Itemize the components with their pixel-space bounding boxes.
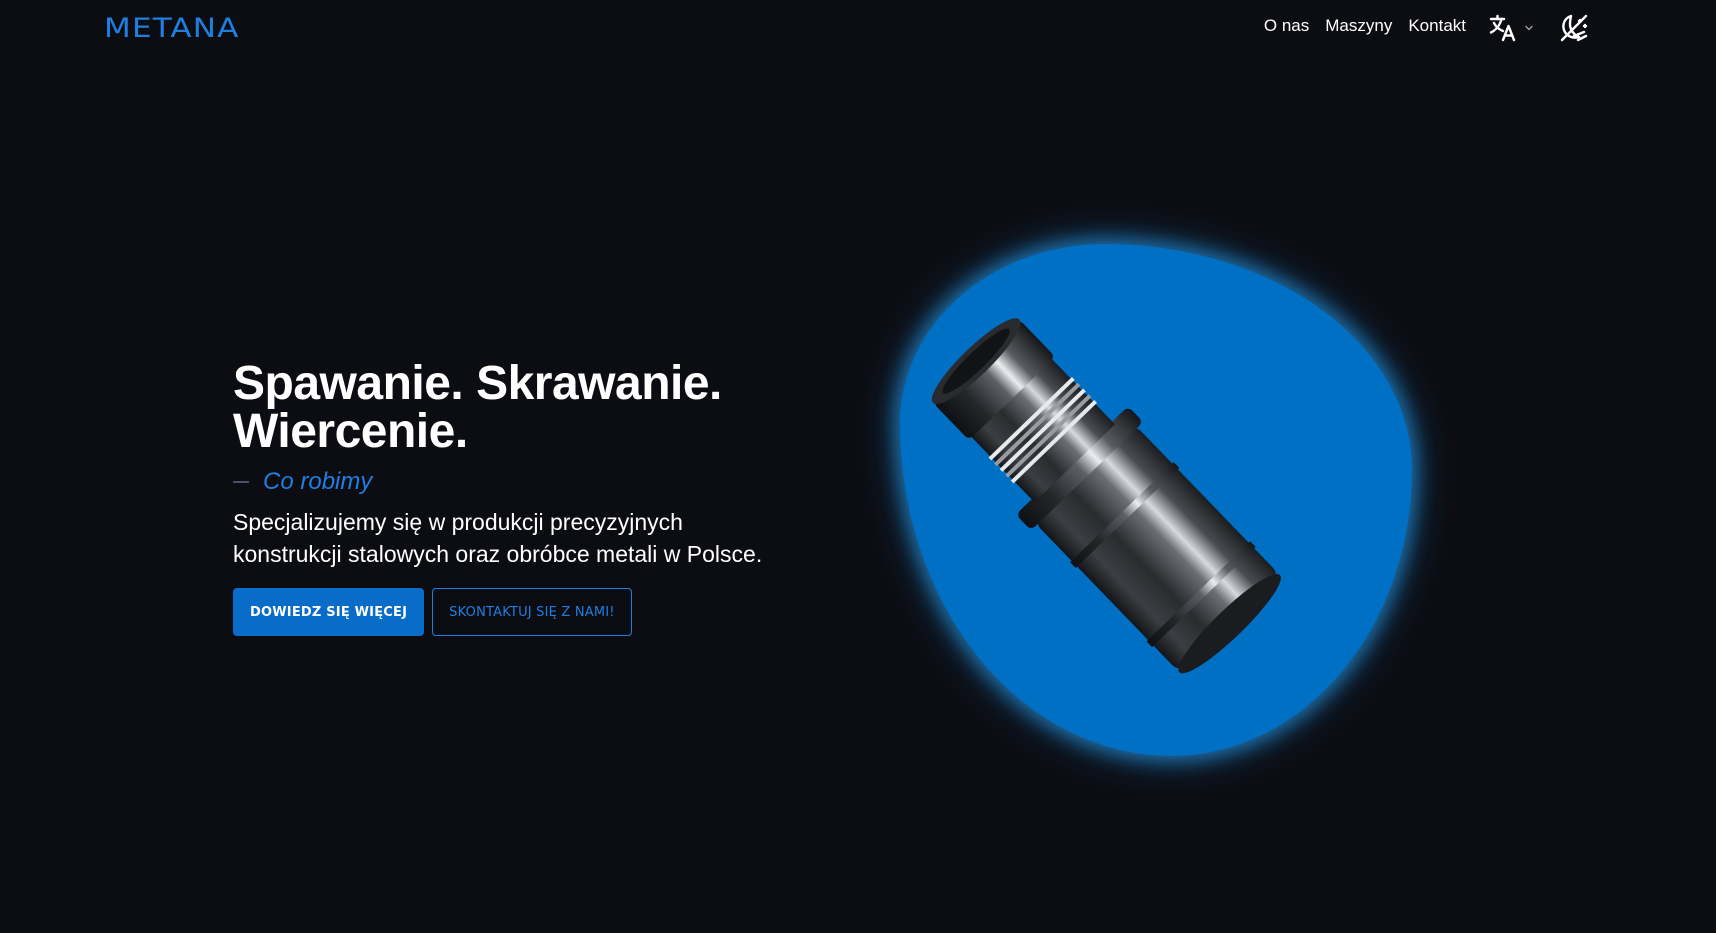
- chevron-down-icon: [1525, 25, 1533, 31]
- hero-description-line1: Specjalizujemy się w produkcji precyzyjn…: [233, 509, 683, 535]
- hero-title: Spawanie. Skrawanie. Wiercenie.: [233, 360, 873, 456]
- hero-section: Spawanie. Skrawanie. Wiercenie. Co robim…: [233, 360, 873, 636]
- main-nav: O nas Maszyny Kontakt: [1264, 16, 1466, 36]
- learn-more-button[interactable]: DOWIEDZ SIĘ WIĘCEJ: [233, 588, 425, 636]
- page: METANA O nas Maszyny Kontakt Spawanie. S…: [0, 0, 1716, 933]
- nav-link-contact[interactable]: Kontakt: [1408, 16, 1466, 36]
- nav-link-about[interactable]: O nas: [1264, 16, 1309, 36]
- contact-us-button[interactable]: SKONTAKTUJ SIĘ Z NAMI!: [432, 588, 632, 636]
- hero-buttons: DOWIEDZ SIĘ WIĘCEJ SKONTAKTUJ SIĘ Z NAMI…: [233, 588, 873, 636]
- tagline-text: Co robimy: [263, 468, 373, 495]
- tagline: Co robimy: [233, 468, 873, 496]
- hero-visual: [880, 230, 1430, 770]
- translate-icon: [1489, 14, 1516, 42]
- hero-description-line2: konstrukcji stalowych oraz obróbce metal…: [233, 541, 763, 567]
- logo[interactable]: METANA: [104, 12, 238, 44]
- logo-text: METANA: [104, 12, 240, 44]
- theme-toggle-button[interactable]: [1556, 10, 1592, 46]
- site-header: METANA O nas Maszyny Kontakt: [0, 0, 1716, 56]
- nav-link-machines[interactable]: Maszyny: [1325, 16, 1392, 36]
- hero-title-line1: Spawanie. Skrawanie.: [233, 357, 722, 410]
- hero-title-line2: Wiercenie.: [233, 405, 468, 458]
- language-switcher[interactable]: [1488, 12, 1534, 44]
- theme-toggle-icon: [1560, 14, 1588, 42]
- hero-description: Specjalizujemy się w produkcji precyzyjn…: [233, 506, 873, 570]
- tagline-dash: [233, 481, 249, 483]
- steel-part-image: [931, 318, 1281, 674]
